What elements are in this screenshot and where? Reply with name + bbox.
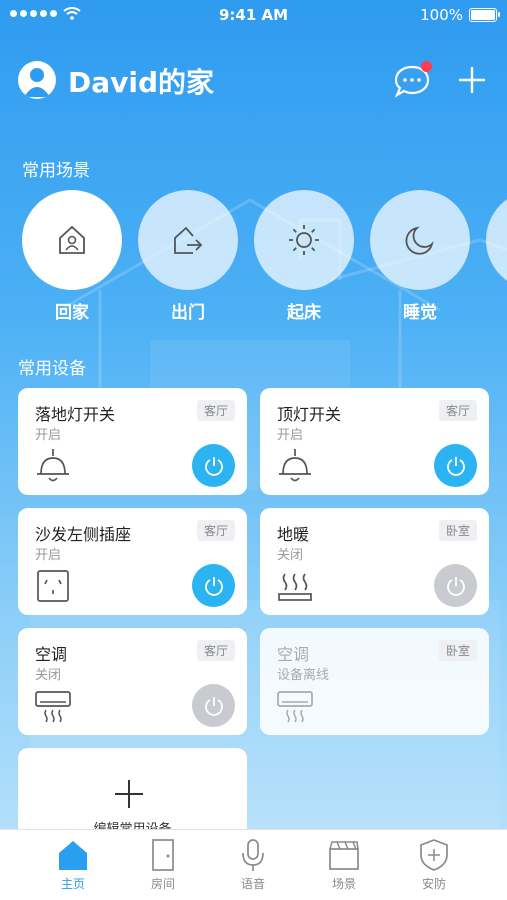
device-status: 开启 <box>35 548 62 563</box>
power-toggle[interactable] <box>192 444 235 487</box>
header: David的家 <box>18 55 489 107</box>
user-icon <box>24 68 50 97</box>
device-card[interactable]: 空调 关闭 客厅 <box>18 628 247 735</box>
battery-percent: 100% <box>420 6 463 24</box>
moon-icon <box>405 226 434 255</box>
tab-bar: 主页 房间 语音 场景 安防 <box>0 829 507 900</box>
power-icon <box>204 456 223 476</box>
device-name: 地暖 <box>277 525 310 544</box>
device-status: 关闭 <box>35 668 62 683</box>
scene-item-wake[interactable]: 起床 <box>254 190 354 323</box>
messages-button[interactable] <box>393 61 432 99</box>
power-toggle[interactable] <box>434 564 477 607</box>
tab-label: 主页 <box>60 877 85 891</box>
lamp-icon <box>37 449 69 482</box>
room-tag: 客厅 <box>196 640 235 661</box>
room-tag: 卧室 <box>438 640 477 661</box>
room-tag: 客厅 <box>196 520 235 541</box>
device-status: 关闭 <box>277 548 304 563</box>
room-tag: 卧室 <box>438 520 477 541</box>
scene-label: 起床 <box>287 303 321 323</box>
home-person-icon <box>59 225 85 254</box>
device-status: 设备离线 <box>277 668 330 683</box>
air-conditioner-icon <box>35 691 71 723</box>
battery-icon <box>469 8 500 22</box>
user-avatar[interactable] <box>18 61 56 99</box>
room-tag: 客厅 <box>196 400 235 421</box>
device-card[interactable]: 沙发左侧插座 开启 客厅 <box>18 508 247 615</box>
tab-scenes[interactable]: 场景 <box>304 838 384 892</box>
home-title[interactable]: David的家 <box>68 61 214 101</box>
tab-label: 房间 <box>150 877 175 891</box>
device-name: 空调 <box>35 645 68 664</box>
status-bar: 9:41 AM 100% <box>0 0 507 32</box>
scene-label: 回家 <box>55 303 89 323</box>
floor-heating-icon <box>278 573 312 601</box>
device-status: 开启 <box>277 428 304 443</box>
shield-icon <box>420 839 448 871</box>
microphone-icon <box>242 839 264 871</box>
room-tag: 客厅 <box>438 400 477 421</box>
scene-item-home[interactable]: 回家 <box>22 190 122 323</box>
tab-home[interactable]: 主页 <box>33 838 113 892</box>
scene-label: 睡觉 <box>403 303 437 323</box>
device-name: 沙发左侧插座 <box>35 525 132 544</box>
tab-label: 场景 <box>331 877 356 891</box>
scene-list: 回家 出门 起床 睡觉 <box>22 190 507 330</box>
tab-voice[interactable]: 语音 <box>213 838 293 892</box>
door-icon <box>152 839 174 871</box>
power-icon <box>204 576 223 596</box>
device-card[interactable]: 顶灯开关 开启 客厅 <box>260 388 489 495</box>
notification-badge <box>421 61 432 72</box>
plus-icon <box>459 67 485 93</box>
tab-label: 语音 <box>240 877 265 891</box>
device-card[interactable]: 落地灯开关 开启 客厅 <box>18 388 247 495</box>
tab-security[interactable]: 安防 <box>394 838 474 892</box>
devices-section-title: 常用设备 <box>18 359 86 379</box>
tab-label: 安防 <box>421 877 446 891</box>
power-icon <box>204 696 223 716</box>
sun-icon <box>289 225 319 255</box>
clapperboard-icon <box>329 841 359 870</box>
air-conditioner-icon <box>277 691 313 723</box>
scenes-section-title: 常用场景 <box>22 161 90 181</box>
scene-item-more[interactable] <box>486 190 507 290</box>
device-name: 空调 <box>277 645 310 664</box>
device-status: 开启 <box>35 428 62 443</box>
power-icon <box>446 456 465 476</box>
device-name: 落地灯开关 <box>35 405 116 424</box>
device-card[interactable]: 空调 设备离线 卧室 <box>260 628 489 735</box>
home-icon <box>59 841 87 870</box>
scene-item-sleep[interactable]: 睡觉 <box>370 190 470 323</box>
power-icon <box>446 576 465 596</box>
scene-label: 出门 <box>171 303 205 323</box>
power-toggle[interactable] <box>434 444 477 487</box>
socket-icon <box>37 570 69 602</box>
power-toggle[interactable] <box>192 684 235 727</box>
leave-home-icon <box>174 226 203 254</box>
tab-rooms[interactable]: 房间 <box>123 838 203 892</box>
scene-item-leave[interactable]: 出门 <box>138 190 238 323</box>
device-card[interactable]: 地暖 关闭 卧室 <box>260 508 489 615</box>
device-name: 顶灯开关 <box>277 405 342 424</box>
plus-icon <box>115 780 143 808</box>
add-button[interactable] <box>455 63 489 97</box>
power-toggle[interactable] <box>192 564 235 607</box>
lamp-icon <box>279 449 311 482</box>
